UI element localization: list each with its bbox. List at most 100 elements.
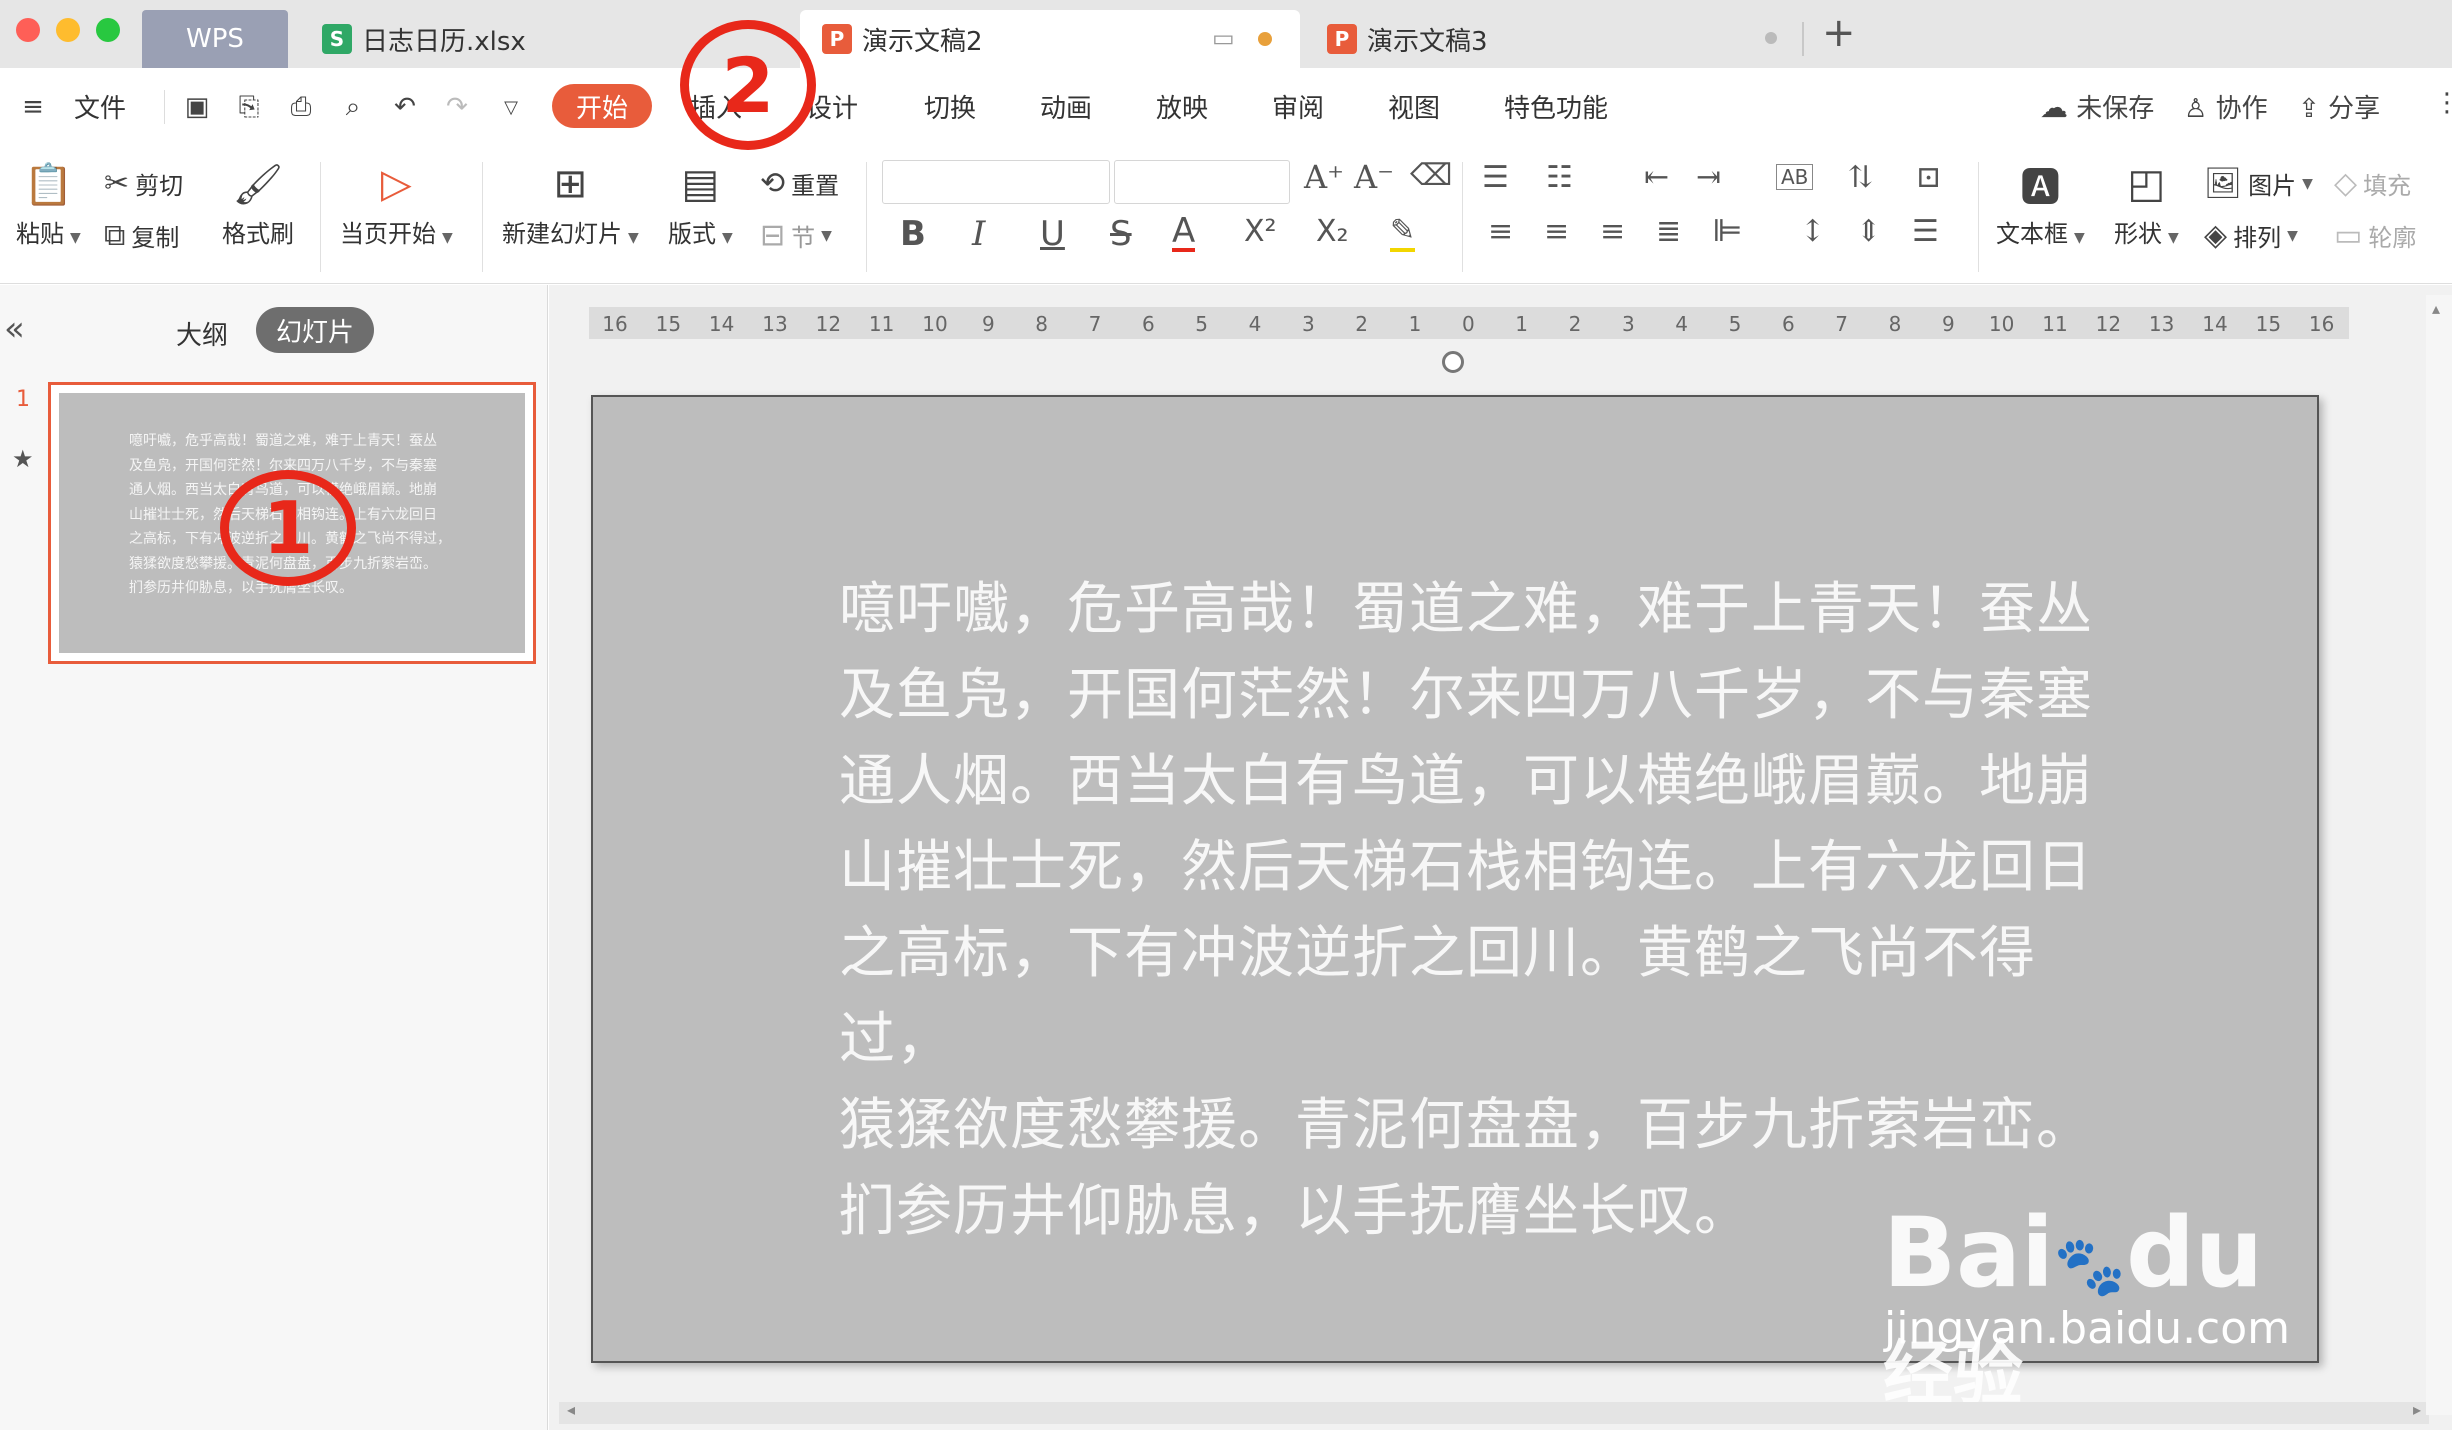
vertical-scrollbar[interactable]: ▴ [2426,295,2452,1415]
highlight-icon[interactable]: ✎ [1390,214,1416,252]
layout-button[interactable]: ▤ 版式 ▼ [668,158,733,249]
redo-icon[interactable]: ↷ [440,90,474,124]
justify-icon[interactable]: ≣ [1656,214,1681,249]
close-window-button[interactable] [16,18,40,42]
unsaved-button[interactable]: ☁ 未保存 [2040,88,2154,125]
zoom-window-button[interactable] [96,18,120,42]
font-color-icon[interactable]: A [1172,214,1196,252]
shape-button[interactable]: ◰ 形状 ▼ [2114,158,2179,249]
increase-indent-icon[interactable]: ⇥ [1696,160,1721,195]
align-left-icon[interactable]: ≡ [1488,214,1513,249]
hamburger-menu-icon[interactable]: ≡ [16,90,50,124]
increase-font-size-icon[interactable]: A⁺ [1304,158,1344,196]
slide-canvas[interactable]: 噫吁嚱，危乎高哉！蜀道之难，难于上青天！蚕丛 及鱼凫，开国何茫然！尔来四万八千岁… [591,395,2319,1415]
line-spacing-icon[interactable]: ↕ [1800,214,1825,249]
new-tab-button[interactable]: + [1822,10,1856,56]
play-from-current-button[interactable]: ▷ 当页开始 ▼ [340,158,453,249]
subscript-icon[interactable]: X₂ [1316,214,1349,249]
tab-wps-home[interactable]: WPS [142,10,288,68]
fill-button[interactable]: ◇ 填充 [2334,166,2411,201]
reset-button[interactable]: ⟲ 重置 [760,166,839,201]
underline-icon[interactable]: U [1040,214,1065,254]
paragraph-spacing-icon[interactable]: ⇕ [1856,214,1881,249]
copy-button[interactable]: ⧉ 复制 [104,218,179,253]
more-options-icon[interactable]: ⋮ [2434,88,2452,118]
picture-button[interactable]: 🖼 图片 ▼ [2204,166,2313,201]
tab-presentation-2[interactable]: P 演示文稿2 ▭ [800,10,1300,68]
font-size-select[interactable] [1114,160,1290,204]
distributed-icon[interactable]: ⊫ [1712,214,1743,249]
outline-tab[interactable]: 大纲 [176,315,228,352]
collapse-panel-icon[interactable]: « [4,309,25,349]
share-icon: ⇪ [2298,94,2320,124]
text-direction-icon[interactable]: AB [1776,164,1814,190]
ruler-tick: 6 [1141,312,1155,336]
export-pdf-icon[interactable]: ⎘ [232,90,266,124]
menu-file[interactable]: 文件 [74,88,126,125]
section-button[interactable]: ⊟ 节 ▼ [760,218,832,253]
print-icon[interactable]: ⎙ [284,90,318,124]
layout-icon: ▤ [681,161,720,207]
scroll-up-icon[interactable]: ▴ [2432,299,2440,318]
menu-view[interactable]: 视图 [1388,88,1440,125]
horizontal-scrollbar[interactable]: ◂ ▸ [559,1400,2429,1424]
ruler-tick: 8 [1035,312,1049,336]
new-slide-button[interactable]: ⊞ 新建幻灯片 ▼ [502,158,639,249]
ruler-tick: 16 [2308,312,2335,336]
clipboard-icon: 📋 [23,161,74,208]
picture-label: 图片 [2248,172,2297,200]
superscript-icon[interactable]: X² [1244,214,1277,249]
arrange-button[interactable]: ◈ 排列 ▼ [2204,218,2298,253]
menu-animation[interactable]: 动画 [1040,88,1092,125]
new-slide-icon: ⊞ [553,161,588,207]
slide-line: 噫吁嚱，危乎高哉！蜀道之难，难于上青天！蚕丛 [839,577,2093,642]
bold-icon[interactable]: B [900,214,926,254]
menu-transition[interactable]: 切换 [924,88,976,125]
paste-label: 粘贴 [16,220,64,248]
menu-review[interactable]: 审阅 [1272,88,1324,125]
format-painter-button[interactable]: 🖌 格式刷 [222,158,294,249]
rotate-handle-icon[interactable] [1442,351,1464,373]
tab-presentation-3[interactable]: P 演示文稿3 [1305,10,1777,68]
numbered-list-icon[interactable]: ☷ [1546,160,1573,195]
undo-icon[interactable]: ↶ [388,90,422,124]
clear-format-icon[interactable]: ⌫ [1410,158,1452,193]
sort-icon[interactable]: ⇅ [1848,160,1873,195]
tab-spreadsheet[interactable]: S 日志日历.xlsx [300,10,526,68]
play-icon: ▷ [381,161,412,207]
scroll-left-icon[interactable]: ◂ [567,1400,575,1419]
align-right-icon[interactable]: ≡ [1600,214,1625,249]
text-align-box-icon[interactable]: ⊡ [1916,160,1941,195]
decrease-font-size-icon[interactable]: A⁻ [1354,158,1394,196]
close-tab-dot-icon[interactable] [1765,32,1777,44]
outline-button[interactable]: ▭ 轮廓 [2334,218,2416,253]
print-preview-icon[interactable]: ⌕ [336,90,370,124]
textbox-button[interactable]: 🅰 文本框 ▼ [1996,158,2085,249]
bullet-list-icon[interactable]: ☰ [1482,160,1509,195]
strikethrough-icon[interactable]: S [1110,214,1132,254]
ruler-tick: 4 [1248,312,1262,336]
ribbon-divider [1978,162,1979,272]
slide-line: 猿猱欲度愁攀援。青泥何盘盘，百步九折萦岩峦。 [839,1093,2093,1158]
cut-button[interactable]: ✂ 剪切 [104,166,183,201]
horizontal-ruler: 16 15 14 13 12 11 10 9 8 7 6 5 4 3 2 1 0 1 2 3 4 5 6 7 8 9 10 11 12 1… [589,307,2349,339]
font-family-select[interactable] [882,160,1110,204]
paste-button[interactable]: 📋 粘贴 ▼ [16,158,81,249]
minimize-window-button[interactable] [56,18,80,42]
menu-special-features[interactable]: 特色功能 [1504,88,1608,125]
decrease-indent-icon[interactable]: ⇤ [1644,160,1669,195]
italic-icon[interactable]: I [972,214,985,254]
slides-tab[interactable]: 幻灯片 [256,307,374,353]
menu-start[interactable]: 开始 [552,84,652,128]
collaborate-button[interactable]: ♙ 协作 [2184,88,2268,125]
column-spacing-icon[interactable]: ☰ [1912,214,1939,249]
share-button[interactable]: ⇪ 分享 [2298,88,2380,125]
watermark-url: jingyan.baidu.com [1884,1303,2291,1354]
align-center-icon[interactable]: ≡ [1544,214,1569,249]
save-icon[interactable]: ▣ [180,90,214,124]
customize-toolbar-icon[interactable]: ▽ [494,90,528,124]
scroll-right-icon[interactable]: ▸ [2413,1400,2421,1419]
ruler-tick: 2 [1568,312,1582,336]
slide-text-box[interactable]: 噫吁嚱，危乎高哉！蜀道之难，难于上青天！蚕丛 及鱼凫，开国何茫然！尔来四万八千岁… [839,567,2119,1255]
menu-slideshow[interactable]: 放映 [1156,88,1208,125]
